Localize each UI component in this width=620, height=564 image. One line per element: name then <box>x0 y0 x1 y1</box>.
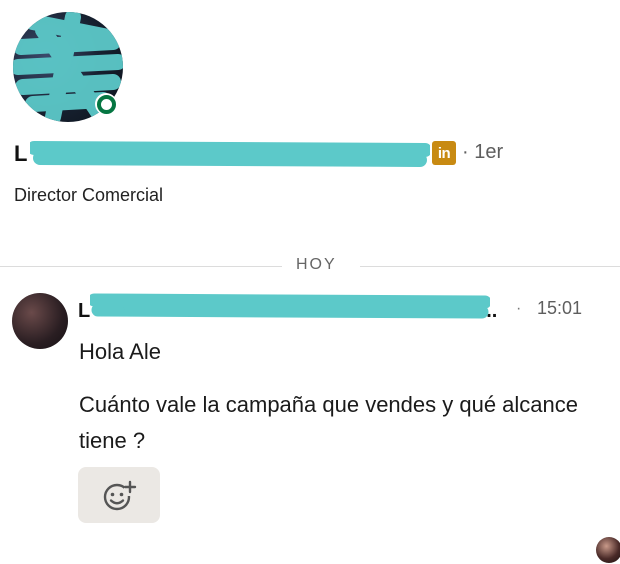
degree-label: 1er <box>474 141 504 163</box>
user-avatar[interactable] <box>596 537 620 563</box>
online-status-ring <box>96 94 116 114</box>
profile-headline: Director Comercial <box>14 185 164 205</box>
add-reaction-smiley-icon <box>103 480 137 511</box>
divider-line-left <box>0 266 282 267</box>
divider-line-right <box>360 266 620 267</box>
timestamp-separator: · <box>516 300 522 317</box>
name-redaction-scribble <box>30 141 430 167</box>
linkedin-premium-icon: in <box>432 141 456 165</box>
message-line: Cuánto vale la campaña que vendes y qué … <box>79 392 579 453</box>
sender-name-prefix: L <box>78 300 91 322</box>
connection-degree: · 1er <box>462 141 503 164</box>
add-reaction-button[interactable] <box>78 467 160 523</box>
profile-name[interactable]: L <box>14 141 27 167</box>
date-divider-label: HOY <box>296 256 337 273</box>
degree-separator: · <box>462 141 469 163</box>
sender-avatar[interactable] <box>12 293 68 349</box>
sender-redaction-scribble <box>90 293 490 319</box>
message-timestamp: 15:01 <box>537 298 583 318</box>
message-line: Hola Ale <box>79 339 161 364</box>
online-status-indicator <box>95 93 117 115</box>
